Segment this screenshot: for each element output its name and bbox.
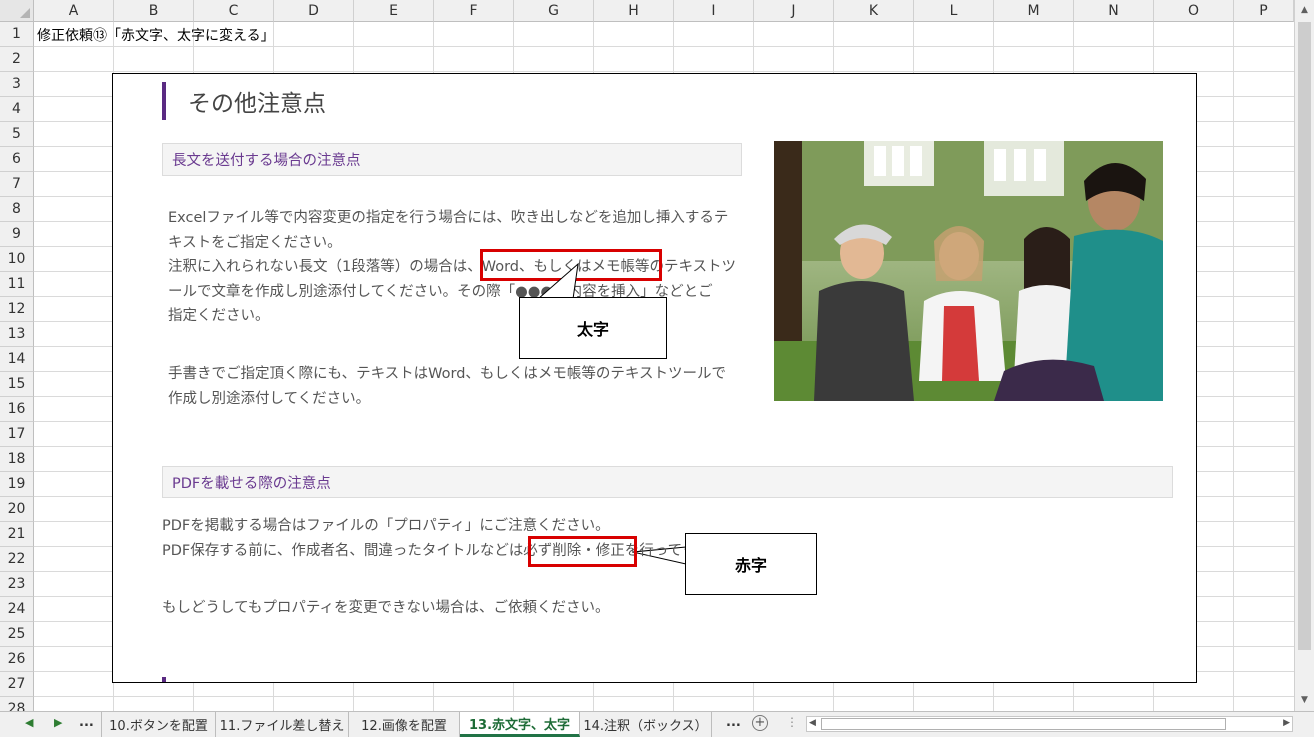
scroll-up-arrow-icon[interactable]: ▲	[1298, 4, 1311, 17]
tab-14[interactable]: 14.注釈（ボックス）	[580, 712, 712, 737]
vertical-scroll-thumb[interactable]	[1298, 22, 1311, 650]
red-highlight-box	[528, 536, 637, 567]
row-header-16[interactable]: 16	[0, 397, 34, 422]
row-header-18[interactable]: 18	[0, 447, 34, 472]
row-gridline	[34, 71, 1294, 72]
row-header-9[interactable]: 9	[0, 222, 34, 247]
column-header-k[interactable]: K	[834, 0, 914, 22]
select-all-corner[interactable]	[0, 0, 34, 22]
next-section-accent-bar	[162, 677, 166, 682]
text-line: PDFを掲載する場合はファイルの「プロパティ」にご注意ください。	[162, 518, 610, 534]
column-header-n[interactable]: N	[1074, 0, 1154, 22]
row-header-2[interactable]: 2	[0, 47, 34, 72]
sheet-tab-bar: ◀ ▶ ... 10.ボタンを配置 11.ファイル差し替え 12.画像を配置 1…	[0, 711, 1314, 737]
row-header-1[interactable]: 1	[0, 22, 34, 47]
add-sheet-plus-icon[interactable]: +	[752, 715, 768, 731]
column-header-o[interactable]: O	[1154, 0, 1234, 22]
row-header-8[interactable]: 8	[0, 197, 34, 222]
column-header-g[interactable]: G	[514, 0, 594, 22]
column-header-j[interactable]: J	[754, 0, 834, 22]
column-header-i[interactable]: I	[674, 0, 754, 22]
scroll-right-arrow-icon[interactable]: ▶	[1283, 718, 1290, 728]
row-header-5[interactable]: 5	[0, 122, 34, 147]
row-header-10[interactable]: 10	[0, 247, 34, 272]
splitter-handle-icon[interactable]: ⋮	[786, 715, 798, 729]
column-header-e[interactable]: E	[354, 0, 434, 22]
horizontal-scrollbar[interactable]: ◀ ▶	[806, 716, 1293, 732]
section-heading-pdf: PDFを載せる際の注意点	[162, 466, 1173, 498]
row-header-27[interactable]: 27	[0, 672, 34, 697]
tab-13-active[interactable]: 13.赤文字、太字	[460, 712, 580, 737]
column-gridline	[1233, 22, 1234, 711]
row-gridline	[34, 696, 1294, 697]
tab-scroll-left-icon[interactable]: ◀	[25, 716, 33, 729]
column-header-h[interactable]: H	[594, 0, 674, 22]
row-header-4[interactable]: 4	[0, 97, 34, 122]
row-header-20[interactable]: 20	[0, 497, 34, 522]
column-header-b[interactable]: B	[114, 0, 194, 22]
scroll-left-arrow-icon[interactable]: ◀	[809, 718, 816, 728]
column-header-f[interactable]: F	[434, 0, 514, 22]
column-header-l[interactable]: L	[914, 0, 994, 22]
vertical-scrollbar[interactable]: ▲ ▼	[1294, 0, 1314, 711]
section2-paragraph1: PDFを掲載する場合はファイルの「プロパティ」にご注意ください。 PDF保存する…	[162, 514, 754, 563]
scroll-down-arrow-icon[interactable]: ▼	[1298, 694, 1311, 707]
embedded-webpage-image[interactable]: その他注意点 長文を送付する場合の注意点 Excelファイル等で内容変更の指定を…	[112, 73, 1197, 683]
row-header-21[interactable]: 21	[0, 522, 34, 547]
row-header-23[interactable]: 23	[0, 572, 34, 597]
text-line: PDF保存する前に、作成者名、間違ったタイトルなどは必ず削除・修正を行ってくださ…	[162, 542, 755, 559]
row-header-24[interactable]: 24	[0, 597, 34, 622]
more-tabs-right[interactable]: ...	[726, 715, 741, 730]
row-header-13[interactable]: 13	[0, 322, 34, 347]
row-header-12[interactable]: 12	[0, 297, 34, 322]
row-header-14[interactable]: 14	[0, 347, 34, 372]
worksheet[interactable]: ABCDEFGHIJKLMNOP 1 2 3 4 5 6 7 8 9 10 11 12 13 14 15 16…	[0, 0, 1314, 711]
tab-10[interactable]: 10.ボタンを配置	[101, 712, 216, 737]
tab-scroll-right-icon[interactable]: ▶	[54, 716, 62, 729]
column-header-m[interactable]: M	[994, 0, 1074, 22]
row-header-3[interactable]: 3	[0, 72, 34, 97]
column-header-d[interactable]: D	[274, 0, 354, 22]
tab-11[interactable]: 11.ファイル差し替え	[216, 712, 349, 737]
column-header-p[interactable]: P	[1234, 0, 1294, 22]
section2-paragraph2: もしどうしてもプロパティを変更できない場合は、ご依頼ください。	[162, 600, 610, 616]
horizontal-scroll-thumb[interactable]	[821, 718, 1226, 730]
callout-pointers	[536, 262, 687, 565]
row-header-22[interactable]: 22	[0, 547, 34, 572]
callout-red[interactable]: 赤字	[685, 533, 817, 595]
more-tabs-left[interactable]: ...	[79, 715, 94, 730]
row-header-19[interactable]: 19	[0, 472, 34, 497]
row-header-28[interactable]: 28	[0, 697, 34, 711]
column-header-a[interactable]: A	[34, 0, 114, 22]
row-gridline	[34, 46, 1294, 47]
tab-12[interactable]: 12.画像を配置	[349, 712, 460, 737]
row-header-7[interactable]: 7	[0, 172, 34, 197]
row-header-11[interactable]: 11	[0, 272, 34, 297]
row-header-26[interactable]: 26	[0, 647, 34, 672]
row-header-15[interactable]: 15	[0, 372, 34, 397]
column-header-c[interactable]: C	[194, 0, 274, 22]
row-header-6[interactable]: 6	[0, 147, 34, 172]
row-header-25[interactable]: 25	[0, 622, 34, 647]
row-header-17[interactable]: 17	[0, 422, 34, 447]
callout-bold[interactable]: 太字	[519, 297, 667, 359]
cell-a1[interactable]: 修正依頼⑬「赤文字、太字に変える」	[37, 25, 275, 45]
